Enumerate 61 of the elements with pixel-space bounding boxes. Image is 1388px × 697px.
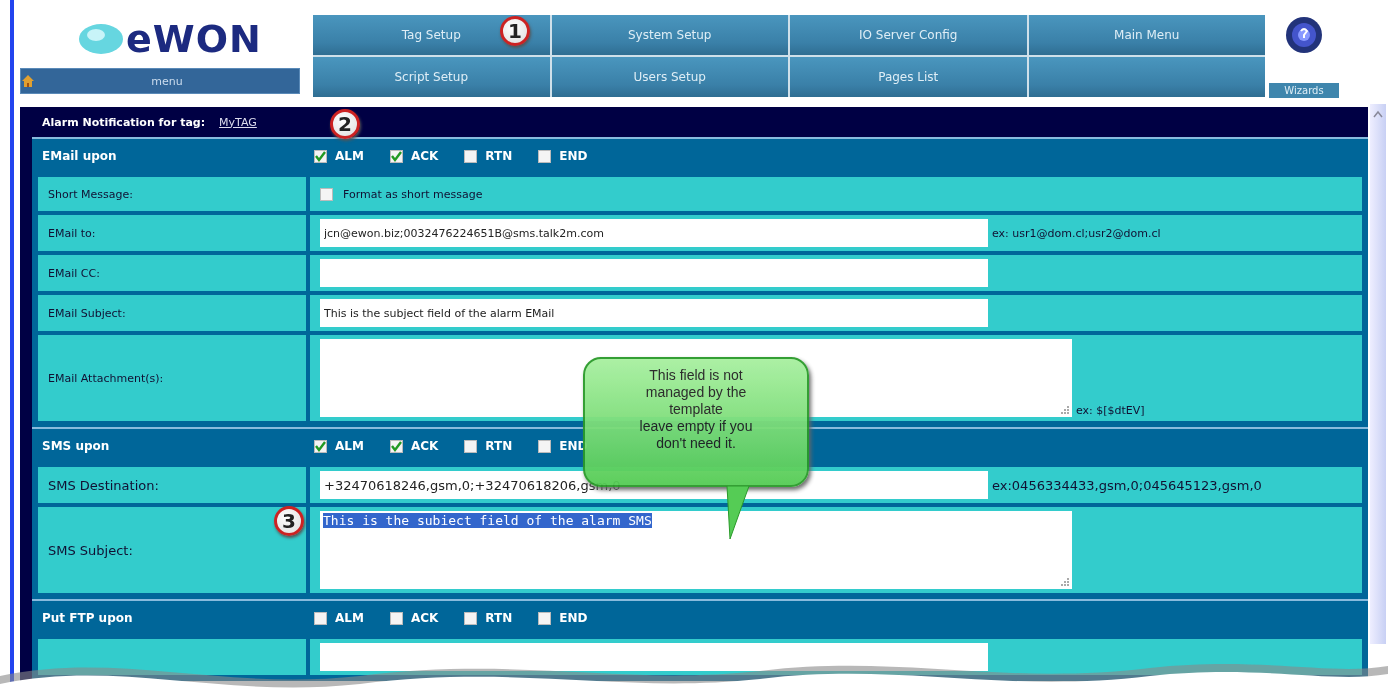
section-title: EMail upon xyxy=(42,149,118,163)
checkbox[interactable] xyxy=(538,149,552,163)
option-label: RTN xyxy=(485,611,513,625)
checkbox[interactable] xyxy=(314,611,327,625)
option-label: END xyxy=(559,149,588,163)
checkbox[interactable] xyxy=(538,439,552,453)
option-label: END xyxy=(559,611,588,625)
checkbox[interactable] xyxy=(314,439,327,453)
option-label: ALM xyxy=(335,439,364,453)
input-field[interactable]: jcn@ewon.biz;0032476224651B@sms.talk2m.com xyxy=(320,219,988,247)
checkbox[interactable] xyxy=(320,187,333,201)
section-title: Put FTP upon xyxy=(42,611,134,625)
resize-grip-icon xyxy=(1059,404,1069,414)
checkbox[interactable] xyxy=(464,149,478,163)
input-field[interactable] xyxy=(320,643,988,671)
checkbox-label: Format as short message xyxy=(343,187,483,201)
field-label: SMS Destination: xyxy=(48,477,159,493)
logo: eWON xyxy=(78,15,262,63)
scroll-up-icon xyxy=(1373,110,1383,118)
checkbox[interactable] xyxy=(464,439,478,453)
nav-tab[interactable]: Pages List xyxy=(790,57,1027,97)
checkbox[interactable] xyxy=(389,611,403,625)
wizards-button[interactable]: Wizards xyxy=(1269,83,1339,98)
hint-text: ex: usr1@dom.cl;usr2@dom.cl xyxy=(992,226,1161,240)
option-label: RTN xyxy=(485,439,513,453)
option-label: ALM xyxy=(335,149,364,163)
field-label: EMail CC: xyxy=(48,266,100,280)
checkbox[interactable] xyxy=(389,439,403,453)
field-label: EMail Attachment(s): xyxy=(48,371,164,385)
hint-text: ex:0456334433,gsm,0;045645123,gsm,0 xyxy=(992,477,1262,493)
input-field[interactable]: This is the subject field of the alarm EMail xyxy=(320,299,988,327)
resize-grip-icon xyxy=(1059,576,1069,586)
scrollbar[interactable] xyxy=(1370,104,1386,644)
option-label: END xyxy=(559,439,588,453)
nav-tab[interactable]: Main Menu xyxy=(1028,15,1265,55)
nav-tab[interactable]: System Setup xyxy=(551,15,788,55)
section-title: SMS upon xyxy=(42,439,111,453)
callout-text: This field is not managed by the template leave empty if you don't need it. xyxy=(639,366,753,453)
tag-link[interactable]: MyTAG xyxy=(219,115,257,129)
option-label: RTN xyxy=(485,149,513,163)
checkbox[interactable] xyxy=(464,611,478,625)
nav-tab[interactable]: Users Setup xyxy=(551,57,788,97)
checkbox[interactable] xyxy=(314,149,327,163)
option-label: ALM xyxy=(335,611,364,625)
option-label: ACK xyxy=(410,439,439,453)
text-area[interactable]: This is the subiect field of the alarm SMS xyxy=(320,511,1072,589)
field-label: SMS Subject: xyxy=(48,542,133,558)
checkbox[interactable] xyxy=(389,149,403,163)
field-label: EMail Subject: xyxy=(48,306,126,320)
hint-text: ex: $[$dtEV] xyxy=(1076,404,1145,417)
option-label: ACK xyxy=(410,149,439,163)
field-label: EMail to: xyxy=(48,226,96,240)
option-label: ACK xyxy=(410,611,439,625)
input-field[interactable] xyxy=(320,259,988,287)
home-icon xyxy=(21,74,35,88)
checkbox[interactable] xyxy=(538,611,552,625)
menu-button[interactable]: menu xyxy=(20,68,300,94)
nav-tab[interactable]: Script Setup xyxy=(313,57,550,97)
panel-title: Alarm Notification for tag: xyxy=(42,115,206,129)
nav-tab[interactable]: IO Server Config xyxy=(790,15,1027,55)
field-label: Short Message: xyxy=(48,187,133,201)
